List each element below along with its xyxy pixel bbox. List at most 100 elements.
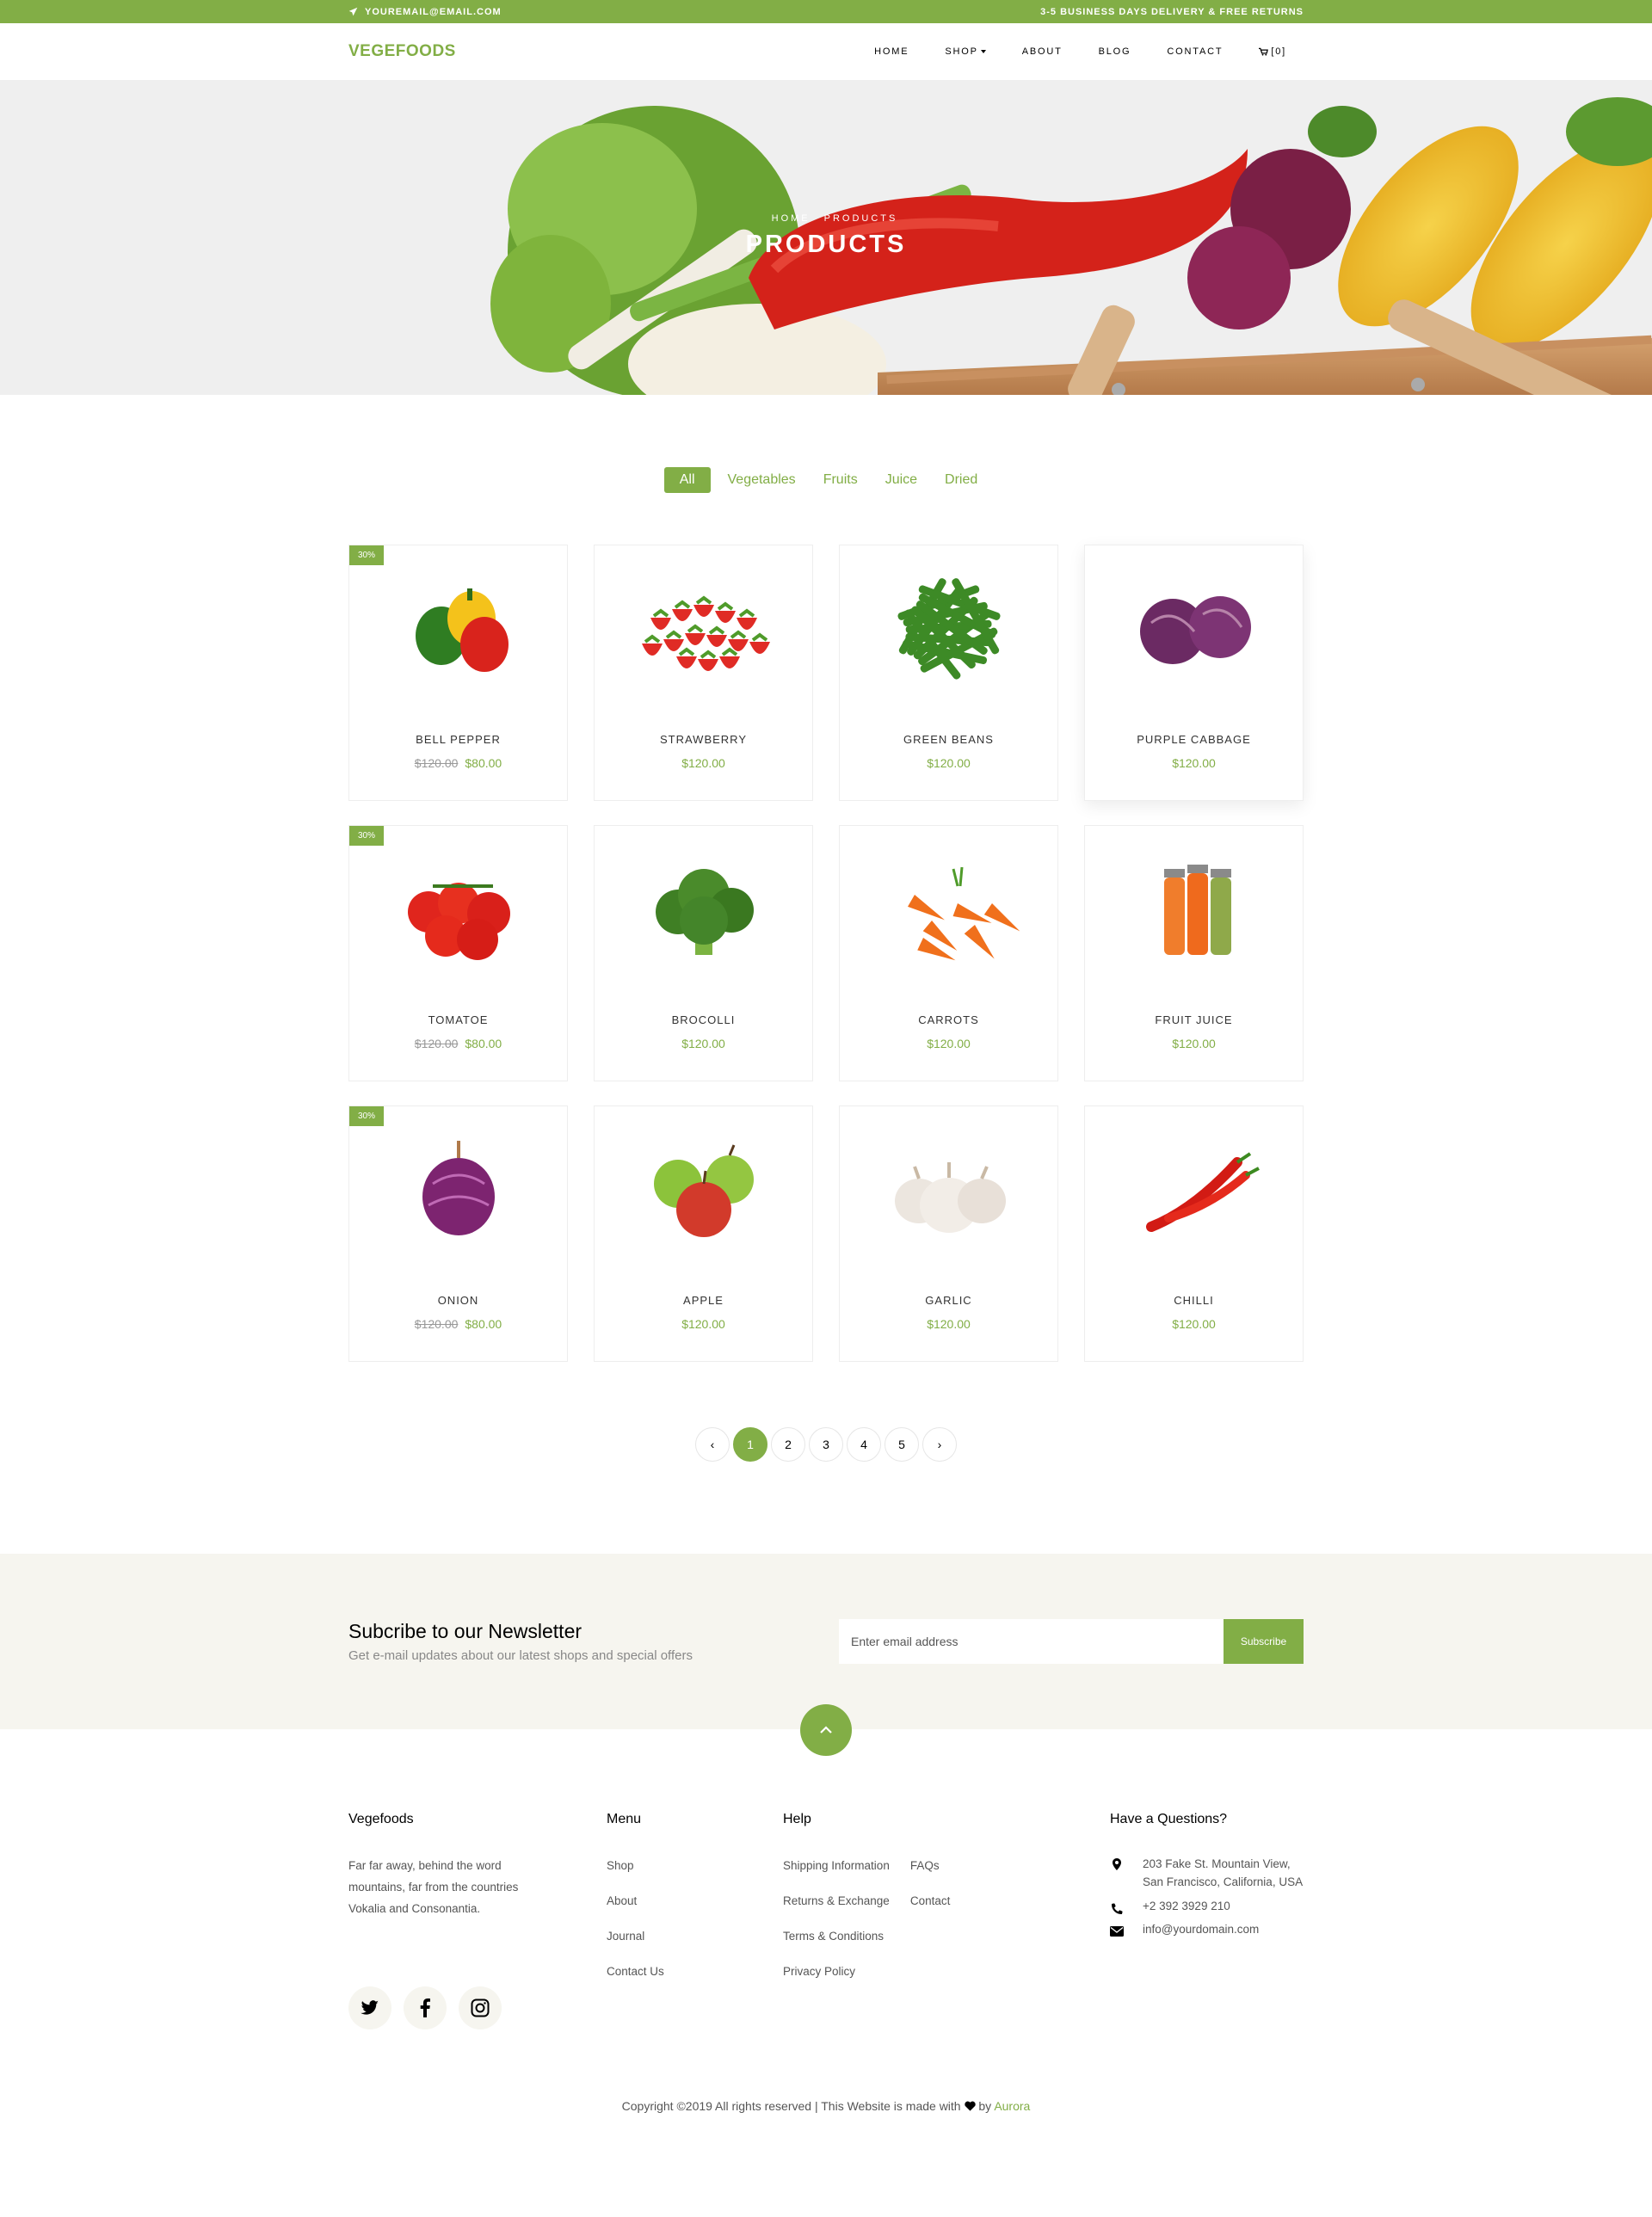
filter-dried[interactable]: Dried xyxy=(934,467,988,493)
filter-fruits[interactable]: Fruits xyxy=(813,467,868,493)
product-card[interactable]: GREEN BEANS $120.00 xyxy=(839,545,1058,801)
product-card[interactable]: 30% ONION $120.00 $80.00 xyxy=(348,1105,568,1362)
product-name[interactable]: GREEN BEANS xyxy=(840,733,1057,746)
product-card[interactable]: BROCOLLI $120.00 xyxy=(594,825,813,1081)
copyright-brand-link[interactable]: Aurora xyxy=(994,2099,1030,2113)
pagination-page-4[interactable]: 4 xyxy=(847,1427,881,1462)
footer-phone[interactable]: +2 392 3929 210 xyxy=(1110,1900,1304,1914)
product-name[interactable]: FRUIT JUICE xyxy=(1085,1013,1303,1026)
footer-help-contact[interactable]: Contact xyxy=(910,1890,951,1912)
nav-home[interactable]: HOME xyxy=(874,46,909,57)
top-email-text: YOUREMAIL@EMAIL.COM xyxy=(365,6,502,17)
product-prices: $120.00 xyxy=(840,1317,1057,1331)
product-image[interactable] xyxy=(840,545,1057,709)
product-name[interactable]: ONION xyxy=(349,1294,567,1307)
breadcrumb-home[interactable]: HOME xyxy=(772,213,811,224)
product-image[interactable] xyxy=(595,1106,812,1270)
facebook-link[interactable] xyxy=(404,1986,447,2029)
footer-help-terms[interactable]: Terms & Conditions xyxy=(783,1925,890,1947)
product-image[interactable] xyxy=(595,826,812,989)
footer-help-faqs[interactable]: FAQs xyxy=(910,1855,951,1876)
product-card[interactable]: PURPLE CABBAGE $120.00 xyxy=(1084,545,1304,801)
bell-pepper-image xyxy=(415,588,509,672)
product-card[interactable]: APPLE $120.00 xyxy=(594,1105,813,1362)
footer-menu-contact-us[interactable]: Contact Us xyxy=(607,1961,783,1982)
footer-menu-journal[interactable]: Journal xyxy=(607,1925,783,1947)
footer-about-text: Far far away, behind the word mountains,… xyxy=(348,1859,519,1915)
twitter-icon xyxy=(361,2000,379,2015)
logo[interactable]: VEGEFOODS xyxy=(348,42,456,61)
product-card[interactable]: 30% BELL PEPPER $120.00 $80.00 xyxy=(348,545,568,801)
discount-badge: 30% xyxy=(349,826,385,846)
filter-juice[interactable]: Juice xyxy=(875,467,928,493)
filter-all[interactable]: All xyxy=(663,467,711,493)
navbar: VEGEFOODS HOME SHOP ABOUT BLOG CONTACT [… xyxy=(0,23,1652,80)
product-image[interactable] xyxy=(840,1106,1057,1270)
discount-badge: 30% xyxy=(349,545,385,565)
product-card[interactable]: FRUIT JUICE $120.00 xyxy=(1084,825,1304,1081)
nav-contact[interactable]: CONTACT xyxy=(1167,46,1223,57)
product-name[interactable]: TOMATOE xyxy=(349,1013,567,1026)
subscribe-button[interactable]: Subscribe xyxy=(1224,1619,1304,1664)
product-prices: $120.00 $80.00 xyxy=(349,756,567,770)
footer-menu-about[interactable]: About xyxy=(607,1890,783,1912)
product-name[interactable]: APPLE xyxy=(595,1294,812,1307)
pagination-page-1[interactable]: 1 xyxy=(733,1427,767,1462)
filter-vegetables[interactable]: Vegetables xyxy=(718,467,806,493)
product-card[interactable]: STRAWBERRY $120.00 xyxy=(594,545,813,801)
footer-help-shipping[interactable]: Shipping Information xyxy=(783,1855,890,1876)
social-links xyxy=(348,1986,607,2029)
caret-down-icon xyxy=(980,50,986,53)
product-name[interactable]: CHILLI xyxy=(1085,1294,1303,1307)
pagination-page-2[interactable]: 2 xyxy=(771,1427,805,1462)
nav-blog[interactable]: BLOG xyxy=(1099,46,1131,57)
product-card[interactable]: GARLIC $120.00 xyxy=(839,1105,1058,1362)
footer-help-returns[interactable]: Returns & Exchange xyxy=(783,1890,890,1912)
product-name[interactable]: STRAWBERRY xyxy=(595,733,812,746)
product-card[interactable]: CARROTS $120.00 xyxy=(839,825,1058,1081)
instagram-icon xyxy=(471,1998,490,2017)
nav-about[interactable]: ABOUT xyxy=(1022,46,1063,57)
pagination-prev[interactable]: ‹ xyxy=(695,1427,730,1462)
pagination-page-3[interactable]: 3 xyxy=(809,1427,843,1462)
product-image[interactable] xyxy=(595,545,812,709)
footer-email[interactable]: info@yourdomain.com xyxy=(1110,1923,1304,1937)
product-image[interactable] xyxy=(1085,545,1303,709)
instagram-link[interactable] xyxy=(459,1986,502,2029)
product-image[interactable] xyxy=(349,545,567,709)
product-prices: $120.00 xyxy=(595,1037,812,1050)
nav-cart[interactable]: [0] xyxy=(1259,46,1286,57)
footer-address: 203 Fake St. Mountain View, San Francisc… xyxy=(1110,1855,1304,1891)
newsletter-subtitle: Get e-mail updates about our latest shop… xyxy=(348,1648,693,1663)
footer-menu-shop[interactable]: Shop xyxy=(607,1855,783,1876)
product-name[interactable]: GARLIC xyxy=(840,1294,1057,1307)
top-email[interactable]: YOUREMAIL@EMAIL.COM xyxy=(348,7,502,17)
product-name[interactable]: BELL PEPPER xyxy=(349,733,567,746)
facebook-icon xyxy=(420,1998,430,2017)
twitter-link[interactable] xyxy=(348,1986,391,2029)
product-image[interactable] xyxy=(1085,1106,1303,1270)
pagination-next[interactable]: › xyxy=(922,1427,957,1462)
footer-help-privacy[interactable]: Privacy Policy xyxy=(783,1961,890,1982)
footer-help: Help Shipping Information Returns & Exch… xyxy=(783,1812,1110,2029)
product-name[interactable]: CARROTS xyxy=(840,1013,1057,1026)
product-image[interactable] xyxy=(1085,826,1303,989)
product-prices: $120.00 $80.00 xyxy=(349,1317,567,1331)
newsletter-text: Subcribe to our Newsletter Get e-mail up… xyxy=(348,1620,693,1663)
product-card[interactable]: CHILLI $120.00 xyxy=(1084,1105,1304,1362)
scroll-to-top-button[interactable] xyxy=(800,1704,852,1756)
newsletter-title: Subcribe to our Newsletter xyxy=(348,1620,583,1642)
pagination-page-5[interactable]: 5 xyxy=(885,1427,919,1462)
product-name[interactable]: PURPLE CABBAGE xyxy=(1085,733,1303,746)
product-price: $80.00 xyxy=(465,1317,502,1331)
product-card[interactable]: 30% TOMATOE $120.00 $80.00 xyxy=(348,825,568,1081)
product-image[interactable] xyxy=(349,826,567,989)
product-image[interactable] xyxy=(349,1106,567,1270)
product-prices: $120.00 xyxy=(1085,756,1303,770)
product-image[interactable] xyxy=(840,826,1057,989)
nav-shop[interactable]: SHOP xyxy=(945,46,986,57)
newsletter-email-input[interactable] xyxy=(839,1619,1224,1664)
nav-menu: HOME SHOP ABOUT BLOG CONTACT [0] xyxy=(874,46,1286,57)
product-grid: 30% BELL PEPPER $120.00 $80.00 STRAWBERRY $12… xyxy=(348,545,1304,1362)
product-name[interactable]: BROCOLLI xyxy=(595,1013,812,1026)
